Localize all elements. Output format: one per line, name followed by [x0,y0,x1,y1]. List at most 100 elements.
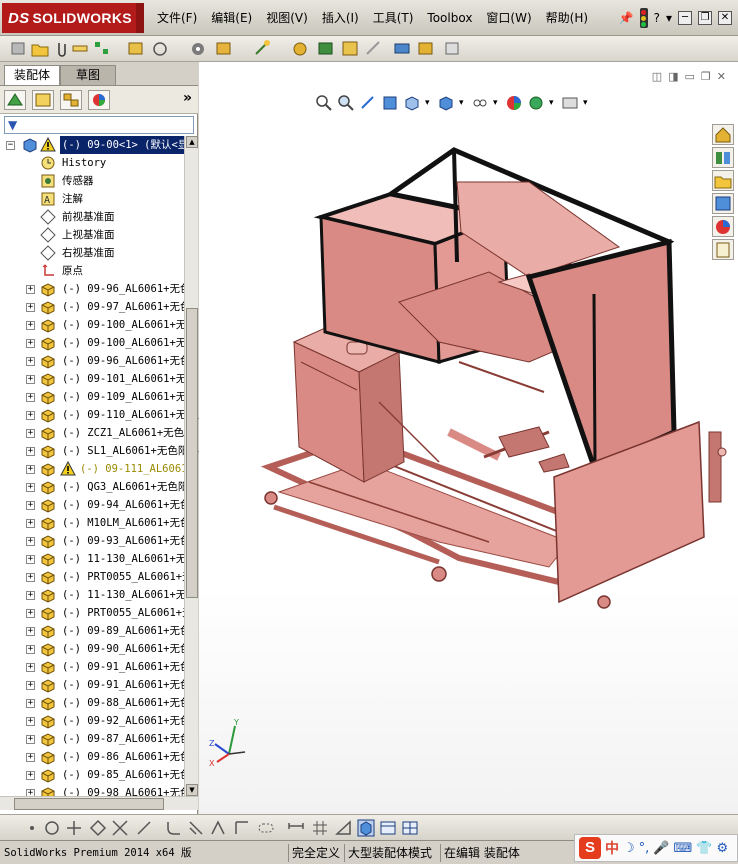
restore-button[interactable]: ❐ [698,11,712,25]
expand-icon[interactable]: + [26,591,35,600]
tree-item-part[interactable]: + (-) 09-96_AL6061+无色 [0,280,184,298]
exploded-view-icon[interactable] [214,39,234,58]
property-manager-icon[interactable] [32,90,54,110]
tree-item-part[interactable]: + (-) 09-98_AL6061+无色 [0,784,184,796]
expand-icon[interactable]: + [26,519,35,528]
graphics-area[interactable]: ◫ ◨ ▭ ❐ ✕ ▾ ▾ ▾ ▾ ▾ Y Z X [199,62,738,814]
expand-icon[interactable]: + [26,483,35,492]
punctuation-icon[interactable]: °, [639,841,650,856]
menu-edit[interactable]: 编辑(E) [204,9,259,27]
ime-mode-toggle[interactable]: 中 [605,838,619,858]
options-icon[interactable] [188,39,208,58]
assembly-model[interactable] [199,62,738,814]
triangle-icon[interactable] [334,818,354,838]
tree-item-part[interactable]: + (-) SL1_AL6061+无色阳 [0,442,184,460]
tab-assembly[interactable]: 装配体 [4,65,60,85]
tree-item-part[interactable]: + (-) 09-87_AL6061+无色 [0,730,184,748]
tree-item-origin[interactable]: 原点 [0,262,184,280]
tree-item-part[interactable]: + (-) M10LM_AL6061+无色 [0,514,184,532]
tree-item-right-plane[interactable]: 右视基准面 [0,244,184,262]
bill-of-materials-icon[interactable] [340,39,360,58]
tree-item-part[interactable]: + (-) 09-92_AL6061+无色 [0,712,184,730]
tree-filter-input[interactable]: ▼ [4,116,194,134]
layout-icon[interactable] [378,818,398,838]
3d-view-icon[interactable] [356,818,376,838]
logo-arrow-icon[interactable] [136,3,144,33]
keyboard-icon[interactable]: ⌨ [673,841,692,856]
expand-icon[interactable]: + [26,537,35,546]
moon-icon[interactable]: ☽ [623,841,635,856]
expand-icon[interactable]: + [26,555,35,564]
expand-icon[interactable]: + [26,699,35,708]
grid-icon[interactable] [310,818,330,838]
tree-item-part[interactable]: + (-) 09-96_AL6061+无色 [0,352,184,370]
center-mark-icon[interactable] [64,818,84,838]
expand-icon[interactable]: + [26,645,35,654]
expand-icon[interactable]: + [26,447,35,456]
expand-icon[interactable]: + [26,429,35,438]
tree-item-part[interactable]: + (-) 11-130_AL6061+无 [0,586,184,604]
tree-item-part[interactable]: + (-) 09-89_AL6061+无色 [0,622,184,640]
menu-view[interactable]: 视图(V) [259,9,315,27]
tree-item-part[interactable]: + (-) 09-97_AL6061+无色 [0,298,184,316]
tree-item-part[interactable]: + (-) 09-85_AL6061+无色 [0,766,184,784]
hscroll-thumb[interactable] [14,798,164,810]
circle-icon[interactable] [42,818,62,838]
new-part-icon[interactable] [8,39,28,58]
solidworks-logo[interactable]: DS SOLIDWORKS [2,3,144,33]
gear-icon[interactable] [290,39,310,58]
dimension-icon[interactable] [286,818,306,838]
point-icon[interactable] [22,818,42,838]
reference-geometry-icon[interactable] [316,39,336,58]
tree-item-annotation[interactable]: A 注解 [0,190,184,208]
mate-icon[interactable] [92,39,112,58]
menu-help[interactable]: 帮助(H) [539,9,595,27]
tree-item-part[interactable]: + (-) 09-94_AL6061+无色 [0,496,184,514]
slot-icon[interactable] [256,818,276,838]
expand-icon[interactable]: + [26,789,35,796]
expand-icon[interactable]: + [26,627,35,636]
tree-item-part[interactable]: + (-) 11-130_AL6061+无 [0,550,184,568]
tree-vertical-scrollbar[interactable]: ▲ ▼ [184,136,198,796]
feature-manager-icon[interactable] [4,90,26,110]
tree-item-part[interactable]: + (-) 09-88_AL6061+无色 [0,694,184,712]
tree-item-part[interactable]: + (-) QG3_AL6061+无色阳 [0,478,184,496]
collapse-icon[interactable]: − [6,141,15,150]
expand-icon[interactable]: + [26,609,35,618]
tree-item-part[interactable]: + (-) PRT0055_AL6061+无 [0,568,184,586]
expand-icon[interactable]: + [26,411,35,420]
expand-icon[interactable]: + [26,663,35,672]
right-guard-panel[interactable] [525,238,727,604]
expand-icon[interactable]: + [26,771,35,780]
tree-item-sensor[interactable]: 传感器 [0,172,184,190]
scroll-up-icon[interactable]: ▲ [186,136,198,148]
measure-icon[interactable] [70,39,90,58]
scroll-thumb[interactable] [186,308,198,598]
open-icon[interactable] [30,39,50,58]
tree-item-part[interactable]: + (-) 09-93_AL6061+无色 [0,532,184,550]
polygon-icon[interactable] [88,818,108,838]
tree-item-part[interactable]: + (-) 09-101_AL6061+无 [0,370,184,388]
tools-icon[interactable]: ⚙ [716,841,728,856]
more-tabs-icon[interactable]: » [183,90,192,106]
corner-rectangle-icon[interactable] [232,818,252,838]
expand-icon[interactable]: + [26,321,35,330]
toolbar-extra-icon[interactable] [442,39,462,58]
menu-tools[interactable]: 工具(T) [366,9,421,27]
instant3d-icon[interactable] [416,39,436,58]
tree-item-front-plane[interactable]: 前视基准面 [0,208,184,226]
fillet-icon[interactable] [164,818,184,838]
menu-toolbox[interactable]: Toolbox [420,9,479,27]
expand-icon[interactable]: + [26,465,35,474]
table-icon[interactable] [400,818,420,838]
skin-icon[interactable]: 👕 [696,841,712,856]
menu-window[interactable]: 窗口(W) [479,9,538,27]
paperclip-icon[interactable] [52,39,72,58]
expand-icon[interactable]: + [26,573,35,582]
sogou-logo[interactable]: S [579,837,601,859]
expand-icon[interactable]: + [26,375,35,384]
trim-icon[interactable] [110,818,130,838]
insert-component-icon[interactable] [126,39,146,58]
pin-icon[interactable]: 📌 [619,11,634,25]
expand-icon[interactable]: + [26,393,35,402]
